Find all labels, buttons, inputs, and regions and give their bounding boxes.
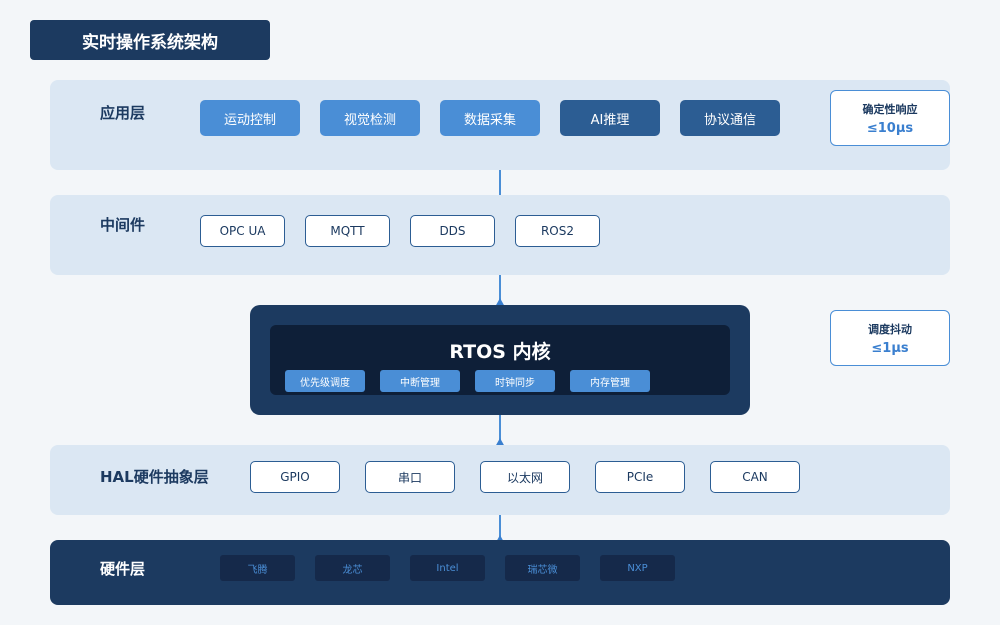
- metric-deterministic-response: 确定性响应 ≤10μs: [830, 90, 950, 146]
- hal-item-gpio: GPIO: [250, 461, 340, 493]
- metric-label: 确定性响应: [862, 102, 918, 116]
- hardware-item-nxp: NXP: [600, 555, 675, 581]
- hal-item-can: CAN: [710, 461, 800, 493]
- kernel-item-priority-scheduling: 优先级调度: [285, 370, 365, 392]
- diagram-title: 实时操作系统架构: [30, 20, 270, 60]
- app-item-ai-inference: AI推理: [560, 100, 660, 136]
- kernel-item-interrupt-management: 中断管理: [380, 370, 460, 392]
- hardware-item-phytium: 飞腾: [220, 555, 295, 581]
- middleware-item-mqtt: MQTT: [305, 215, 390, 247]
- hal-item-ethernet: 以太网: [480, 461, 570, 493]
- metric-label: 调度抖动: [868, 322, 912, 336]
- metric-value: ≤1μs: [871, 340, 909, 356]
- middleware-layer: [50, 195, 950, 275]
- hardware-layer: [50, 540, 950, 605]
- metric-value: ≤10μs: [866, 120, 914, 136]
- metric-scheduling-jitter: 调度抖动 ≤1μs: [830, 310, 950, 366]
- kernel-item-clock-sync: 时钟同步: [475, 370, 555, 392]
- middleware-item-dds: DDS: [410, 215, 495, 247]
- middleware-item-ros2: ROS2: [515, 215, 600, 247]
- middleware-layer-label: 中间件: [100, 216, 146, 234]
- application-layer-label: 应用层: [100, 104, 146, 122]
- kernel-item-memory-management: 内存管理: [570, 370, 650, 392]
- hardware-item-intel: Intel: [410, 555, 485, 581]
- app-item-motion-control: 运动控制: [200, 100, 300, 136]
- app-item-protocol-communication: 协议通信: [680, 100, 780, 136]
- hardware-layer-label: 硬件层: [100, 560, 146, 578]
- hardware-item-rockchip: 瑞芯微: [505, 555, 580, 581]
- hardware-item-loongson: 龙芯: [315, 555, 390, 581]
- app-item-vision-inspection: 视觉检测: [320, 100, 420, 136]
- hal-item-pcie: PCIe: [595, 461, 685, 493]
- hal-item-serial: 串口: [365, 461, 455, 493]
- hal-layer-label: HAL硬件抽象层: [100, 468, 209, 486]
- app-item-data-acquisition: 数据采集: [440, 100, 540, 136]
- connector-app-middleware: [499, 170, 501, 195]
- rtos-kernel-title: RTOS 内核: [449, 341, 551, 363]
- middleware-item-opc-ua: OPC UA: [200, 215, 285, 247]
